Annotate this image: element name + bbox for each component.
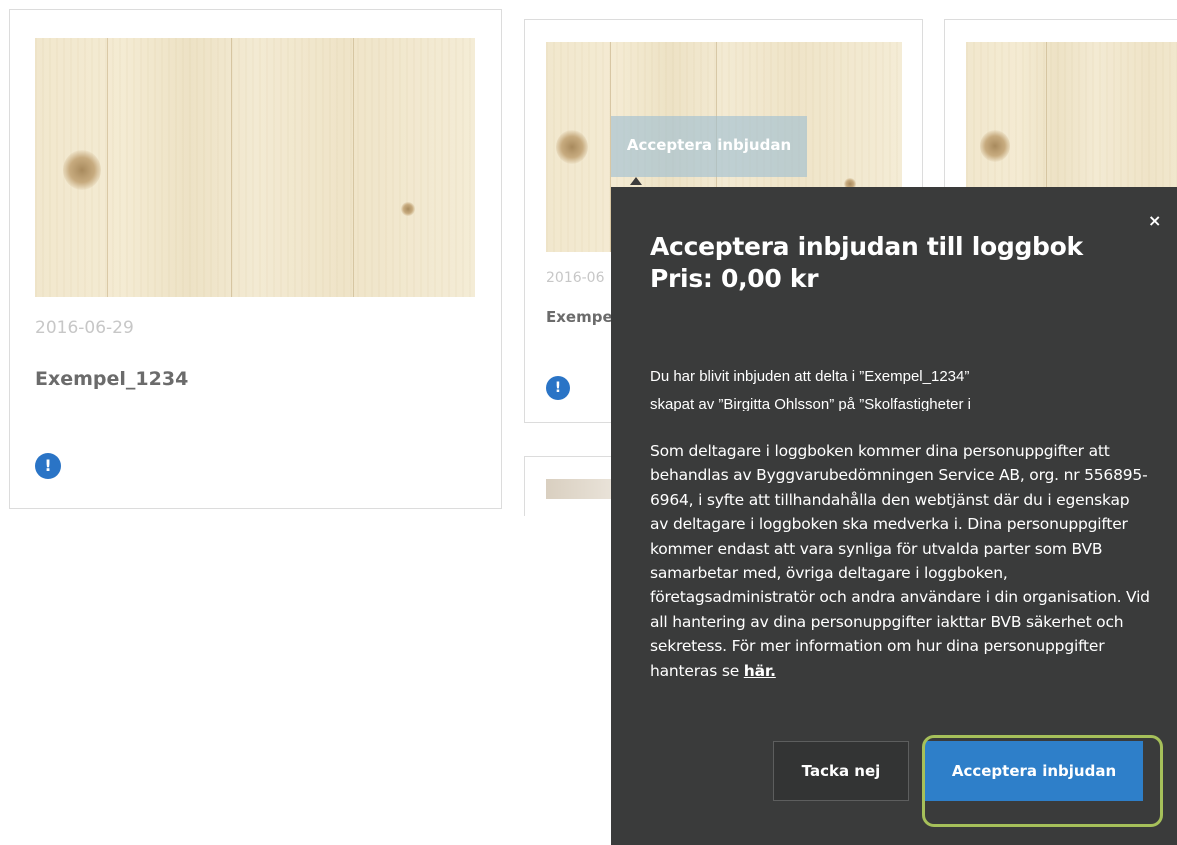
card-date: 2016-06 bbox=[546, 270, 605, 286]
card-date: 2016-06-29 bbox=[35, 318, 134, 338]
close-icon[interactable]: × bbox=[1148, 211, 1161, 230]
card-title[interactable]: Exempel_1234 bbox=[35, 368, 188, 390]
privacy-notice: Som deltagare i loggboken kommer dina pe… bbox=[650, 439, 1150, 683]
alert-icon[interactable]: ! bbox=[35, 453, 61, 479]
alert-icon[interactable]: ! bbox=[546, 376, 570, 400]
highlight-annotation bbox=[922, 735, 1163, 827]
accept-invitation-tooltip[interactable]: Acceptera inbjudan bbox=[611, 116, 807, 177]
invitation-intro: Du har blivit inbjuden att delta i ”Exem… bbox=[650, 363, 1080, 411]
intro-line: skapat av ”Birgitta Ohlsson” på ”Skolfas… bbox=[650, 396, 971, 411]
card-thumbnail bbox=[35, 38, 475, 297]
dialog-price: Pris: 0,00 kr bbox=[650, 264, 819, 293]
logbook-card[interactable]: 2016-06-29 Exempel_1234 ! bbox=[9, 9, 502, 509]
tooltip-arrow bbox=[630, 177, 642, 185]
card-title[interactable]: Exempe bbox=[546, 308, 613, 326]
privacy-link[interactable]: här. bbox=[744, 662, 776, 680]
privacy-text: Som deltagare i loggboken kommer dina pe… bbox=[650, 442, 1150, 680]
dialog-title: Acceptera inbjudan till loggbok Pris: 0,… bbox=[650, 231, 1130, 295]
intro-line: Du har blivit inbjuden att delta i ”Exem… bbox=[650, 368, 970, 385]
dialog-title-line: Acceptera inbjudan till loggbok bbox=[650, 232, 1083, 261]
decline-button[interactable]: Tacka nej bbox=[773, 741, 909, 801]
